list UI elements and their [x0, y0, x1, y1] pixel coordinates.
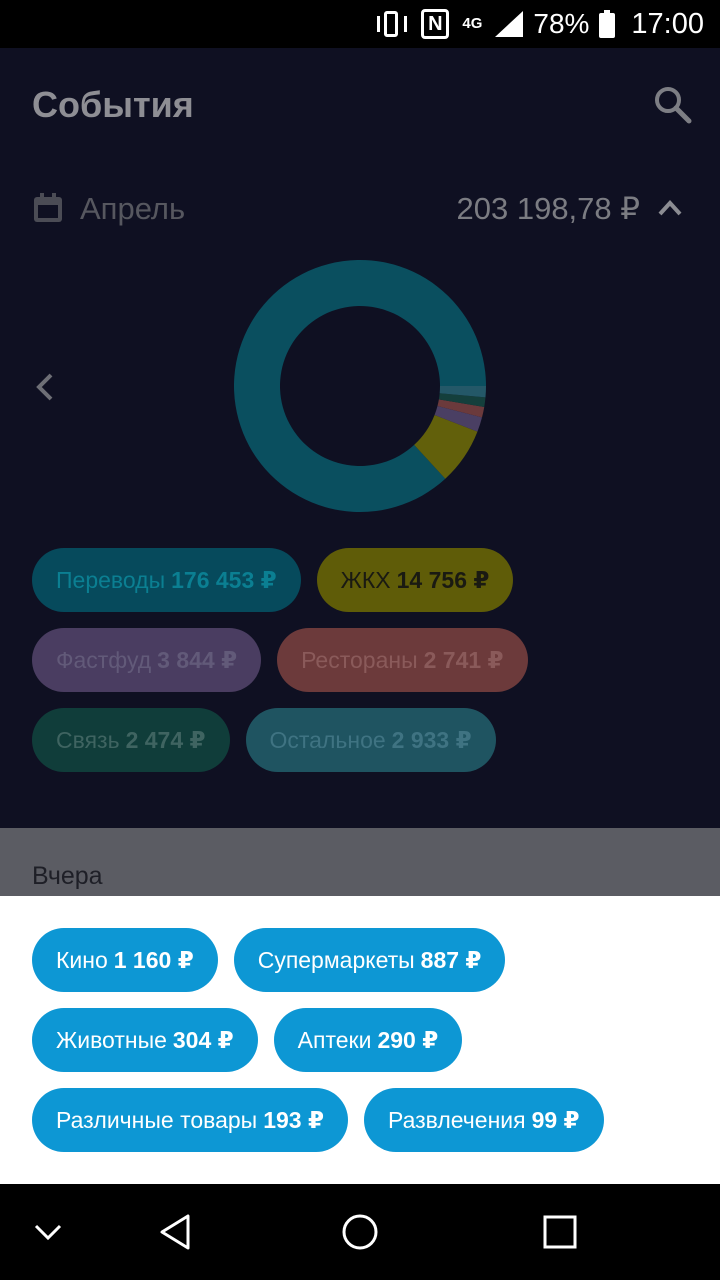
clock: 17:00	[631, 7, 704, 40]
chip-label: Различные товары	[56, 1106, 258, 1133]
battery-percent: 78%	[533, 8, 590, 39]
category-chip[interactable]: Супермаркеты 887 ₽	[233, 928, 506, 992]
events-screen: События Апрель 203 198,78 ₽ Переводы 176 …	[0, 48, 720, 828]
chip-label: Животные	[56, 1026, 167, 1053]
category-chip[interactable]: Фастфуд 3 844 ₽	[32, 628, 262, 692]
chevron-down-icon[interactable]	[28, 1212, 68, 1252]
category-chip[interactable]: Переводы 176 453 ₽	[32, 548, 301, 612]
calendar-icon	[34, 193, 62, 222]
chip-label: Супермаркеты	[257, 946, 415, 973]
category-chip[interactable]: Остальное 2 933 ₽	[245, 708, 496, 772]
chip-amount: 290 ₽	[377, 1026, 439, 1053]
chip-amount: 887 ₽	[420, 946, 482, 973]
chip-amount: 1 160 ₽	[113, 946, 194, 973]
category-chip[interactable]: Связь 2 474 ₽	[32, 708, 230, 772]
status-bar: N 4G 78% 17:00	[0, 0, 720, 48]
battery-icon	[599, 10, 616, 38]
chip-row: Различные товары 193 ₽ Развлечения 99 ₽	[32, 1088, 692, 1152]
chip-amount: 193 ₽	[263, 1106, 324, 1133]
nfc-icon: N	[421, 9, 450, 39]
search-icon[interactable]	[652, 84, 692, 124]
chip-label: Рестораны	[301, 646, 418, 673]
period-selector[interactable]: Апрель 203 198,78 ₽	[32, 188, 688, 232]
chip-label: Остальное	[269, 726, 386, 753]
chip-label: Аптеки	[297, 1026, 372, 1053]
chevron-up-icon[interactable]	[656, 194, 684, 222]
chip-label: Связь	[56, 726, 120, 753]
chip-row: Переводы 176 453 ₽ ЖКХ 14 756 ₽	[32, 548, 692, 612]
page-title: События	[32, 84, 194, 125]
category-chip[interactable]: Рестораны 2 741 ₽	[277, 628, 528, 692]
category-chip[interactable]: Кино 1 160 ₽	[32, 928, 218, 992]
network-type: 4G	[462, 15, 483, 32]
chip-amount: 176 453 ₽	[171, 566, 277, 593]
chip-label: Переводы	[56, 566, 166, 593]
chip-amount: 304 ₽	[172, 1026, 234, 1053]
chip-amount: 2 474 ₽	[125, 726, 206, 753]
navigation-bar	[0, 1184, 720, 1280]
vibrate-icon	[373, 9, 411, 39]
sheet-category-chips: Кино 1 160 ₽ Супермаркеты 887 ₽ Животные 304 …	[32, 928, 692, 1168]
category-chip[interactable]: ЖКХ 14 756 ₽	[316, 548, 514, 612]
chip-row: Фастфуд 3 844 ₽ Рестораны 2 741 ₽	[32, 628, 692, 692]
chip-row: Кино 1 160 ₽ Супермаркеты 887 ₽	[32, 928, 692, 992]
chip-amount: 14 756 ₽	[396, 566, 490, 593]
chip-amount: 2 741 ₽	[423, 646, 504, 673]
section-label: Вчера	[32, 862, 103, 890]
chip-amount: 2 933 ₽	[391, 726, 472, 753]
recents-icon[interactable]	[540, 1212, 580, 1252]
section-header: Вчера	[0, 828, 720, 896]
chip-amount: 3 844 ₽	[157, 646, 238, 673]
chip-row: Животные 304 ₽ Аптеки 290 ₽	[32, 1008, 692, 1072]
home-icon[interactable]	[340, 1212, 380, 1252]
chip-label: Кино	[56, 946, 108, 973]
category-chip[interactable]: Животные 304 ₽	[32, 1008, 258, 1072]
chip-label: Развлечения	[388, 1106, 526, 1133]
chevron-left-icon[interactable]	[34, 372, 56, 402]
period-total: 203 198,78 ₽	[456, 191, 641, 226]
bottom-sheet: Кино 1 160 ₽ Супермаркеты 887 ₽ Животные 304 …	[0, 896, 720, 1184]
category-chip[interactable]: Различные товары 193 ₽	[32, 1088, 348, 1152]
spending-donut-chart	[234, 260, 486, 512]
chip-amount: 99 ₽	[531, 1106, 580, 1133]
month-label: Апрель	[80, 191, 186, 226]
category-chips: Переводы 176 453 ₽ ЖКХ 14 756 ₽ Фастфуд 3 844…	[32, 548, 692, 788]
category-chip[interactable]: Аптеки 290 ₽	[273, 1008, 463, 1072]
category-chip[interactable]: Развлечения 99 ₽	[364, 1088, 604, 1152]
back-icon[interactable]	[156, 1212, 196, 1252]
chip-label: Фастфуд	[56, 646, 152, 673]
chip-row: Связь 2 474 ₽ Остальное 2 933 ₽	[32, 708, 692, 772]
chip-label: ЖКХ	[340, 566, 391, 593]
signal-icon	[495, 11, 524, 37]
